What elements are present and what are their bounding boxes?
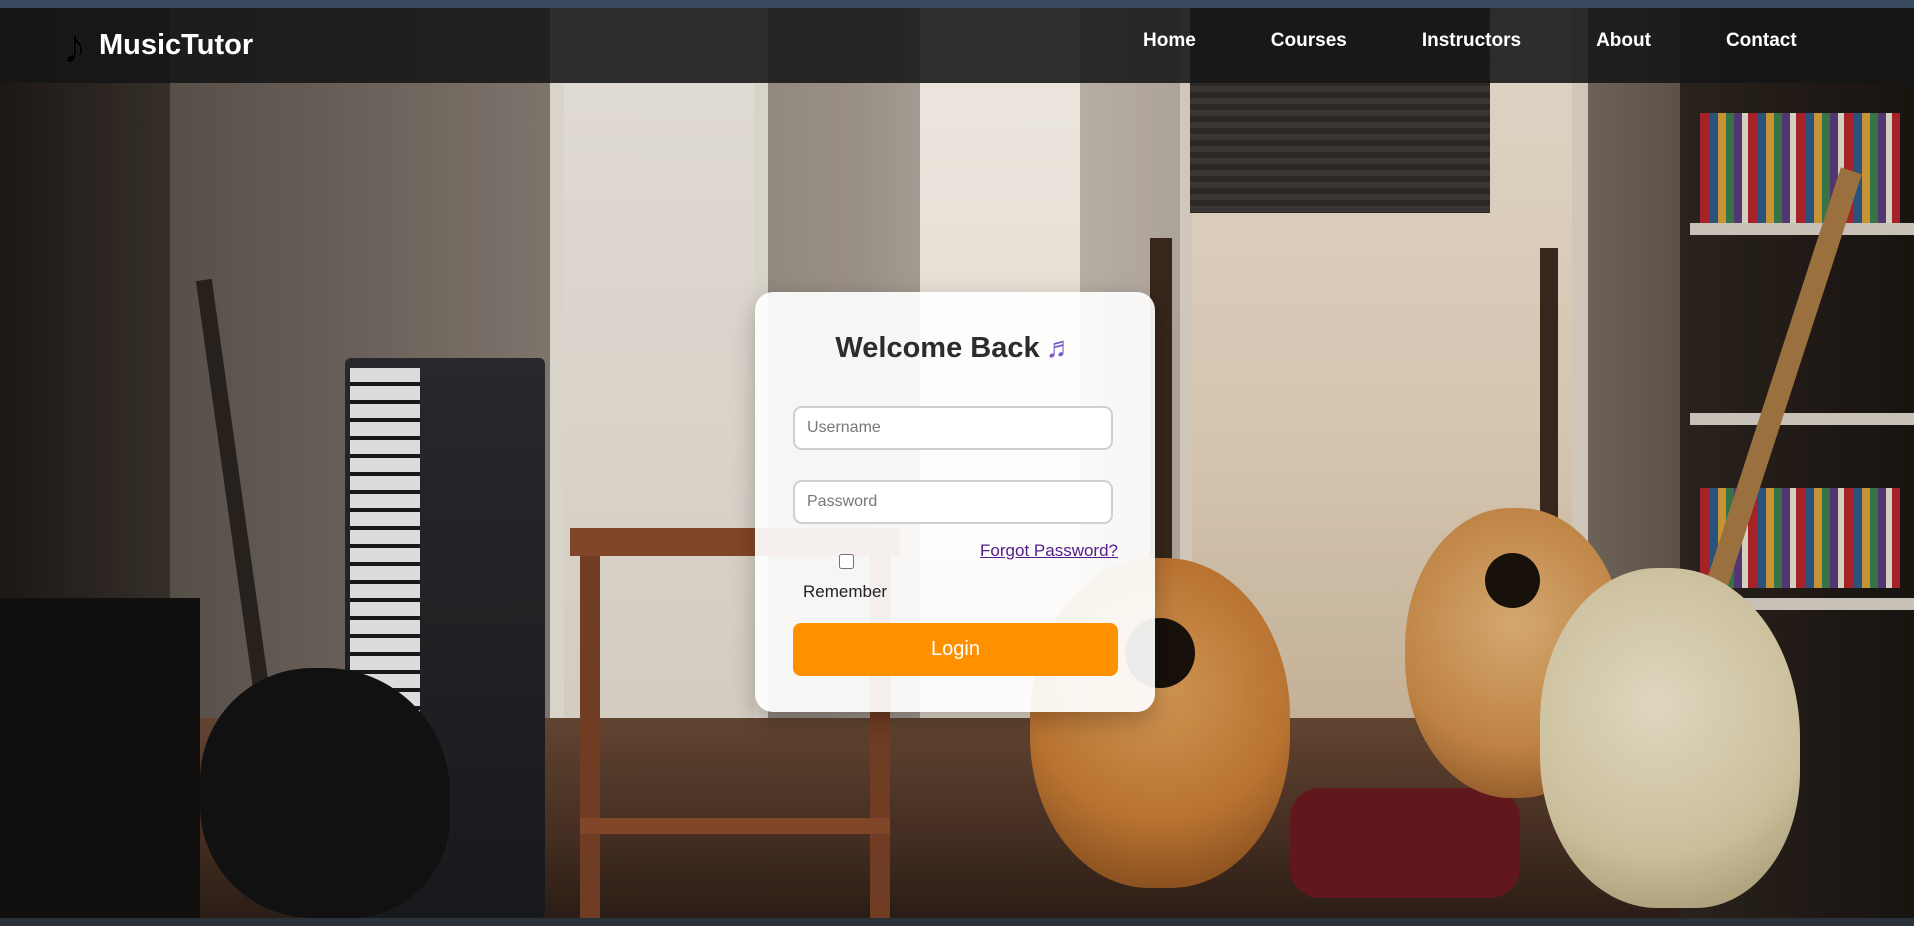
username-input[interactable] — [793, 406, 1113, 450]
remember-label: Remember — [803, 582, 888, 601]
nav-link-home[interactable]: Home — [1143, 30, 1196, 52]
login-title-text: Welcome Back — [835, 332, 1040, 364]
remember-checkbox[interactable] — [839, 554, 854, 569]
nav-link-about[interactable]: About — [1596, 30, 1651, 52]
top-navbar: ♪ MusicTutor Home Courses Instructors Ab… — [0, 8, 1914, 83]
nav-link-instructors[interactable]: Instructors — [1422, 30, 1521, 52]
login-button[interactable]: Login — [793, 623, 1118, 676]
brand-name: MusicTutor — [99, 29, 254, 61]
brand-logo[interactable]: ♪ MusicTutor — [62, 18, 253, 73]
login-title: Welcome Back ♬ — [755, 332, 1155, 365]
nav-link-courses[interactable]: Courses — [1271, 30, 1347, 52]
forgot-password-link[interactable]: Forgot Password? — [980, 541, 1118, 561]
nav-links: Home Courses Instructors About Contact — [1130, 30, 1797, 52]
login-card: Welcome Back♬ Forgot Password? Remember … — [755, 292, 1155, 712]
music-note-icon: ♪ — [62, 17, 87, 74]
browser-top-strip — [0, 0, 1914, 8]
nav-link-contact[interactable]: Contact — [1726, 30, 1797, 52]
password-input[interactable] — [793, 480, 1113, 524]
browser-bottom-strip — [0, 918, 1914, 926]
music-notes-icon: ♬ — [1045, 332, 1075, 364]
